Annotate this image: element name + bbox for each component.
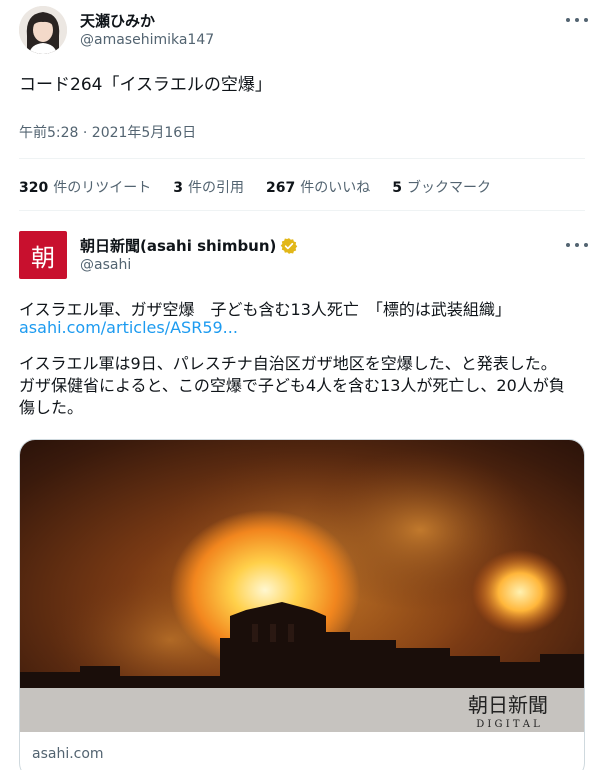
bookmarks-count: 5	[392, 180, 402, 196]
more-icon[interactable]	[566, 13, 588, 27]
bookmarks-label: ブックマーク	[406, 180, 491, 196]
quoted-body: イスラエル軍は9日、パレスチナ自治区ガザ地区を空爆した、と発表した。ガザ保健省に…	[19, 354, 565, 417]
divider	[19, 210, 585, 211]
tweet-text: コード264「イスラエルの空爆」	[19, 75, 272, 95]
quotes-stat[interactable]: 3 件の引用	[173, 177, 244, 197]
divider	[19, 158, 585, 159]
likes-stat[interactable]: 267 件のいいね	[266, 177, 370, 197]
card-domain: asahi.com	[32, 746, 104, 762]
author-handle[interactable]: @amasehimika147	[80, 32, 214, 48]
quoted-author-handle[interactable]: @asahi	[80, 257, 131, 273]
bookmarks-stat[interactable]: 5 ブックマーク	[392, 177, 491, 197]
tweet-timestamp[interactable]: 午前5:28 · 2021年5月16日	[19, 122, 196, 142]
more-icon[interactable]	[566, 238, 588, 252]
asahi-avatar[interactable]: 朝	[19, 231, 67, 279]
article-link[interactable]: asahi.com/articles/ASR59...	[19, 318, 238, 337]
card-watermark-sub: D I G I T A L	[476, 719, 540, 730]
quotes-label: 件の引用	[187, 180, 244, 196]
likes-label: 件のいいね	[300, 180, 371, 196]
retweets-count: 320	[19, 180, 49, 196]
avatar-image	[19, 6, 67, 54]
quoted-author-name-text: 朝日新聞(asahi shimbun)	[80, 237, 277, 255]
engagement-stats: 320 件のリツイート 3 件の引用 267 件のいいね 5 ブックマーク	[19, 177, 513, 197]
quoted-headline: イスラエル軍、ガザ空爆 子ども含む13人死亡 「標的は武装組織」	[19, 300, 511, 319]
likes-count: 267	[265, 180, 296, 196]
quoted-author-name[interactable]: 朝日新聞(asahi shimbun)	[80, 235, 298, 256]
author-name[interactable]: 天瀬ひみか	[80, 10, 155, 31]
card-watermark: 朝日新聞	[468, 693, 548, 717]
quotes-count: 3	[173, 180, 183, 196]
verified-badge-icon	[281, 237, 298, 254]
link-card[interactable]: 朝日新聞 D I G I T A L asahi.com	[19, 439, 585, 770]
card-image: 朝日新聞 D I G I T A L	[20, 440, 584, 732]
retweets-stat[interactable]: 320 件のリツイート	[19, 177, 151, 197]
retweets-label: 件のリツイート	[53, 180, 152, 196]
author-avatar[interactable]	[19, 6, 67, 54]
